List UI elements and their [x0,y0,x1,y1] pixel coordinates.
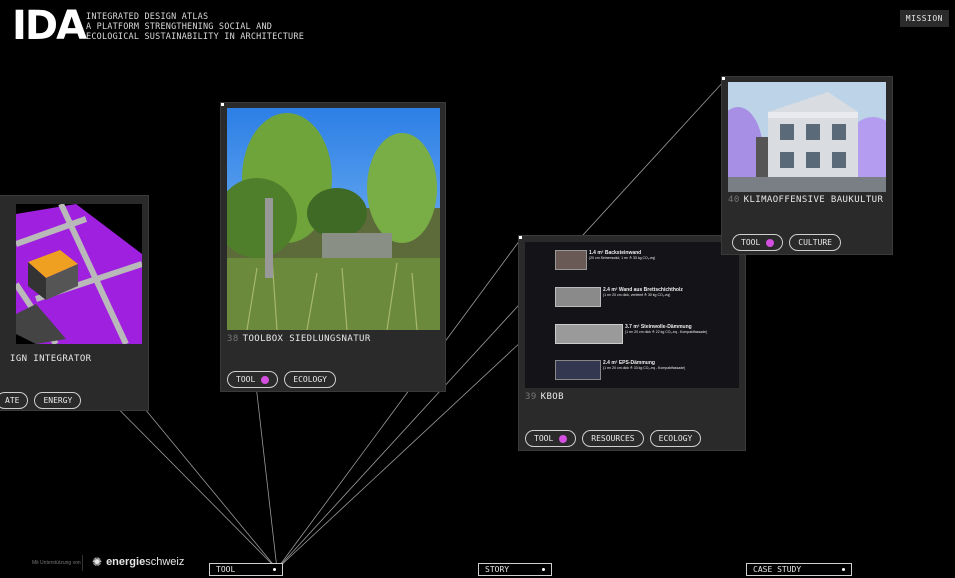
mission-button[interactable]: MISSION [899,10,949,27]
tag-ate[interactable]: ATE [0,392,29,409]
garden-photo [227,108,440,330]
card-title: 39 KBOB [525,392,564,402]
card-image [728,82,886,192]
kbob-item-text: 1.4 m² Backsteinwand (20 cm Seinemodul; … [589,250,656,260]
tag-tool[interactable]: TOOL [732,234,784,251]
card-kbob[interactable]: 1.4 m² Backsteinwand (20 cm Seinemodul; … [519,236,745,450]
card-klimaoffensive-baukultur[interactable]: 40 KLIMAOFFENSIVE BAUKULTUR TOOL CULTURE [722,77,892,254]
tag-tool[interactable]: TOOL [525,430,577,447]
tool-dot-icon [766,238,775,247]
kbob-item-text: 2.4 m² EPS-Dämmung (1 m² 20 cm dick ≙ 33… [603,360,686,370]
kbob-item [555,287,601,307]
card-title: 38 TOOLBOX SIEDLUNGSNATUR [227,334,371,344]
card-image: 1.4 m² Backsteinwand (20 cm Seinemodul; … [525,242,739,388]
card-toolbox-siedlungsnatur[interactable]: 38 TOOLBOX SIEDLUNGSNATUR TOOL ECOLOGY [221,103,445,391]
card-design-integrator[interactable]: IGN INTEGRATOR ATE ENERGY [0,196,148,410]
building-photo [728,82,886,192]
filter-case-study[interactable]: CASE STUDY [746,563,852,576]
kbob-item-text: 2.4 m² Wand aus Brettschichtholz (1 m² 2… [603,287,683,297]
tag-energy[interactable]: ENERGY [34,392,82,409]
kbob-item-text: 3.7 m² Steinwolle-Dämmung (1 m² 20 cm di… [625,324,708,334]
tagline-line-3: ECOLOGICAL SUSTAINABILITY IN ARCHITECTUR… [86,32,305,42]
kbob-item [555,324,623,344]
card-title: IGN INTEGRATOR [10,354,92,364]
card-corner-marker [221,103,224,106]
card-corner-marker [722,77,725,80]
bullet-icon [273,568,276,571]
tag-tool[interactable]: TOOL [227,371,279,388]
filter-story[interactable]: STORY [478,563,552,576]
sunburst-icon: ✺ [92,555,103,569]
card-image [227,108,440,330]
card-corner-marker [519,236,522,239]
tag-culture[interactable]: CULTURE [789,234,841,251]
tag-resources[interactable]: RESOURCES [582,430,644,447]
tagline-line-1: INTEGRATED DESIGN ATLAS [86,12,209,22]
bullet-icon [542,568,545,571]
sponsor-caption: Mit Unterstützung von [32,560,81,566]
kbob-item [555,360,601,380]
tag-ecology[interactable]: ECOLOGY [284,371,336,388]
tool-dot-icon [261,375,270,384]
energieschweiz-logo[interactable]: ✺ energieschweiz [92,555,184,569]
tool-dot-icon [559,434,568,443]
ida-logo[interactable]: IDA [12,6,87,46]
site-model-illustration [16,204,142,344]
filter-tool[interactable]: TOOL [209,563,283,576]
tag-ecology[interactable]: ECOLOGY [649,430,702,447]
tagline: INTEGRATED DESIGN ATLAS A PLATFORM STREN… [86,12,304,42]
sponsor-divider [82,555,83,571]
tagline-line-2: A PLATFORM STRENGTHENING SOCIAL AND [86,22,273,32]
kbob-item [555,250,587,270]
bullet-icon [842,568,845,571]
card-image [16,204,142,344]
card-title: 40 KLIMAOFFENSIVE BAUKULTUR [728,195,884,205]
